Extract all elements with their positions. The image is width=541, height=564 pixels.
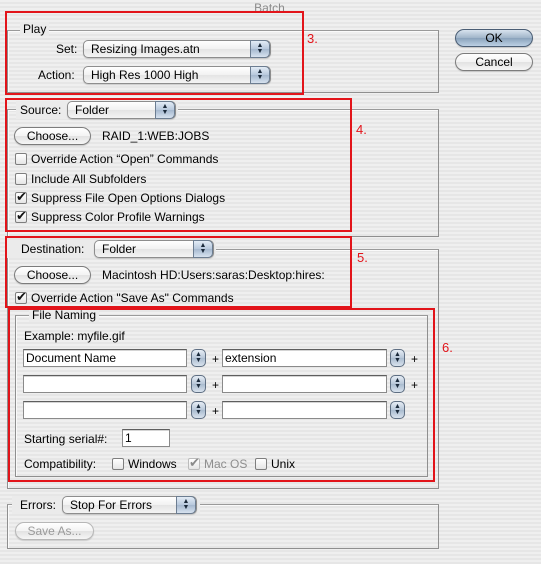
popup-arrows-icon: ▲ ▼ (176, 496, 196, 514)
annotation-label-3: 3. (307, 31, 318, 46)
errors-label: Errors: (20, 498, 56, 512)
annotation-box-3 (5, 11, 304, 95)
annotation-box-5 (5, 236, 352, 308)
errors-popup-value: Stop For Errors (70, 498, 153, 512)
errors-save-as-button[interactable]: Save As... (15, 522, 94, 540)
annotation-box-4 (5, 98, 352, 232)
annotation-label-4: 4. (356, 122, 367, 137)
annotation-box-6 (8, 308, 435, 482)
annotation-label-6: 6. (442, 340, 453, 355)
ok-button[interactable]: OK (455, 29, 533, 47)
cancel-button[interactable]: Cancel (455, 53, 533, 71)
errors-popup[interactable]: Stop For Errors ▲ ▼ (62, 496, 197, 514)
annotation-label-5: 5. (357, 250, 368, 265)
